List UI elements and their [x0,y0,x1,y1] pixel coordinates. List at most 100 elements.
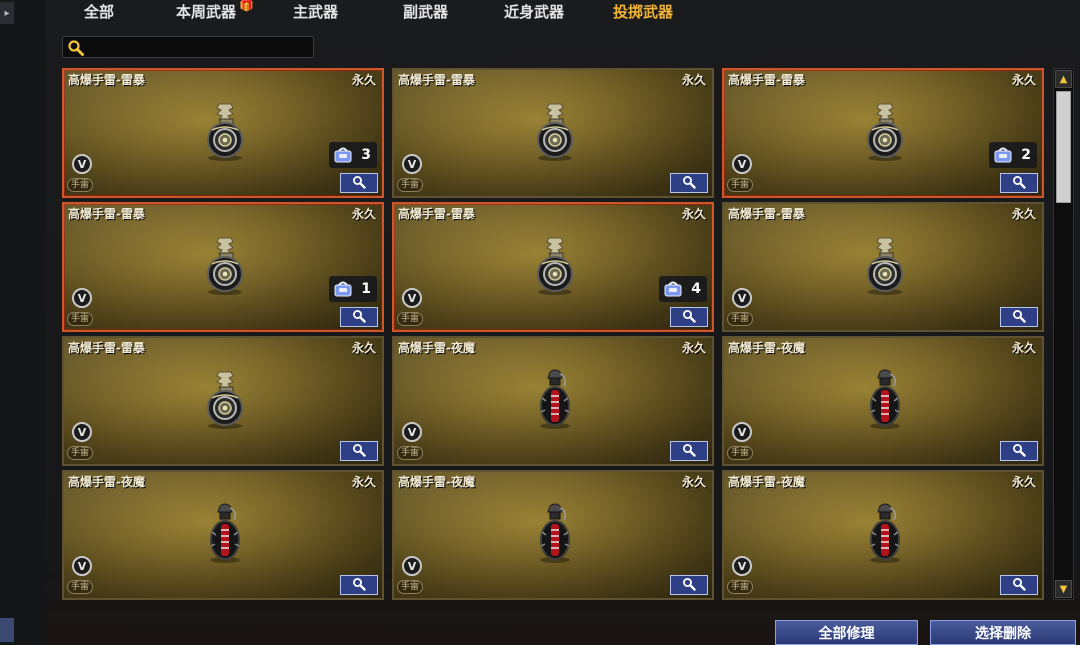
magnifier-icon [352,174,366,193]
tab-all[interactable]: 全部 [84,0,114,22]
magnifier-icon [1012,308,1026,327]
item-category-tag: 手雷 [727,312,754,326]
item-card[interactable]: 高爆手雷-雷暴 永久 V 手雷 3 [62,68,384,198]
vip-badge-icon: V [732,556,752,576]
vip-badge-icon: V [402,556,422,576]
item-card[interactable]: 高爆手雷-夜魔 永久 V 手雷 [722,470,1044,600]
item-card[interactable]: 高爆手雷-夜魔 永久 V 手雷 [722,336,1044,466]
magnifier-icon [682,576,696,595]
left-side-button[interactable] [0,618,14,642]
item-card[interactable]: 高爆手雷-夜魔 永久 V 手雷 [62,470,384,600]
item-category-tag: 手雷 [397,446,424,460]
inspect-button[interactable] [340,441,378,461]
vip-badge-icon: V [72,556,92,576]
item-name: 高爆手雷-雷暴 [68,73,145,87]
search-icon [68,40,84,56]
inspect-button[interactable] [670,575,708,595]
grenade-icon [200,368,250,430]
item-duration: 永久 [681,341,706,355]
tab-label: 主武器 [293,3,339,21]
vip-badge-icon: V [732,154,752,174]
item-card[interactable]: 高爆手雷-雷暴 永久 V 手雷 [722,202,1044,332]
backpack-icon [993,146,1013,164]
magnifier-icon [352,442,366,461]
item-category-tag: 手雷 [397,178,424,192]
item-name: 高爆手雷-雷暴 [68,207,145,221]
item-category-tag: 手雷 [727,580,754,594]
grenade-icon [860,100,910,162]
item-duration: 永久 [1011,475,1036,489]
vip-badge-icon: V [72,154,92,174]
tab-label: 投掷武器 [613,3,674,21]
scrollbar[interactable]: ▲ ▼ [1053,68,1074,600]
vip-badge-icon: V [72,422,92,442]
item-duration: 永久 [351,73,376,87]
magnifier-icon [352,576,366,595]
scroll-up-icon[interactable]: ▲ [1055,70,1072,88]
gift-icon: 🎁 [239,0,255,12]
repair-all-button[interactable]: 全部修理 [775,620,918,645]
magnifier-icon [682,308,696,327]
item-card[interactable]: 高爆手雷-雷暴 永久 V 手雷 [62,336,384,466]
delete-selected-button[interactable]: 选择删除 [930,620,1076,645]
inspect-button[interactable] [340,307,378,327]
tab-melee-weapons[interactable]: 近身武器 [504,0,564,22]
grenade-icon [530,502,580,564]
tab-throwing-weapons[interactable]: 投掷武器 [613,0,673,22]
magnifier-icon [682,442,696,461]
grenade-icon [530,368,580,430]
item-name: 高爆手雷-夜魔 [728,341,805,355]
item-category-tag: 手雷 [67,446,94,460]
weapon-tabs: 全部 本周武器 🎁 主武器 副武器 近身武器 投掷武器 [46,0,1080,26]
inspect-button[interactable] [1000,173,1038,193]
item-duration: 永久 [351,475,376,489]
item-duration: 永久 [1011,207,1036,221]
vip-badge-icon: V [72,288,92,308]
item-duration: 永久 [351,207,376,221]
tab-weekly-weapons[interactable]: 本周武器 🎁 [176,0,254,22]
inspect-button[interactable] [670,173,708,193]
inspect-button[interactable] [1000,307,1038,327]
grenade-icon [200,502,250,564]
grenade-icon [200,100,250,162]
tab-label: 全部 [84,3,115,21]
item-duration: 永久 [351,341,376,355]
item-duration: 永久 [1011,341,1036,355]
grenade-icon [530,234,580,296]
item-category-tag: 手雷 [397,312,424,326]
item-name: 高爆手雷-雷暴 [68,341,145,355]
stack-count: 1 [329,276,377,302]
inspect-button[interactable] [340,575,378,595]
scroll-down-icon[interactable]: ▼ [1055,580,1072,598]
stack-count-number: 3 [361,147,371,163]
item-duration: 永久 [681,73,706,87]
item-card[interactable]: 高爆手雷-夜魔 永久 V 手雷 [392,336,714,466]
item-name: 高爆手雷-雷暴 [398,73,475,87]
grenade-icon [860,368,910,430]
grenade-icon [530,100,580,162]
item-card[interactable]: 高爆手雷-雷暴 永久 V 手雷 1 [62,202,384,332]
backpack-icon [333,146,353,164]
tab-primary-weapons[interactable]: 主武器 [293,0,338,22]
tab-secondary-weapons[interactable]: 副武器 [403,0,448,22]
inspect-button[interactable] [1000,441,1038,461]
item-grid: 高爆手雷-雷暴 永久 V 手雷 3 高爆手雷-雷暴 永久 V 手雷 高爆手雷-雷… [62,68,1044,602]
vip-badge-icon: V [402,288,422,308]
inspect-button[interactable] [670,307,708,327]
item-category-tag: 手雷 [727,178,754,192]
scroll-thumb[interactable] [1056,91,1071,203]
item-card[interactable]: 高爆手雷-雷暴 永久 V 手雷 2 [722,68,1044,198]
inspect-button[interactable] [340,173,378,193]
item-card[interactable]: 高爆手雷-雷暴 永久 V 手雷 [392,68,714,198]
vip-badge-icon: V [732,422,752,442]
search-input[interactable] [62,36,314,58]
expand-arrow-icon[interactable]: ▸ [0,2,14,24]
inspect-button[interactable] [670,441,708,461]
vip-badge-icon: V [402,154,422,174]
stack-count: 3 [329,142,377,168]
magnifier-icon [682,174,696,193]
item-duration: 永久 [681,207,706,221]
item-card[interactable]: 高爆手雷-夜魔 永久 V 手雷 [392,470,714,600]
item-card[interactable]: 高爆手雷-雷暴 永久 V 手雷 4 [392,202,714,332]
inspect-button[interactable] [1000,575,1038,595]
